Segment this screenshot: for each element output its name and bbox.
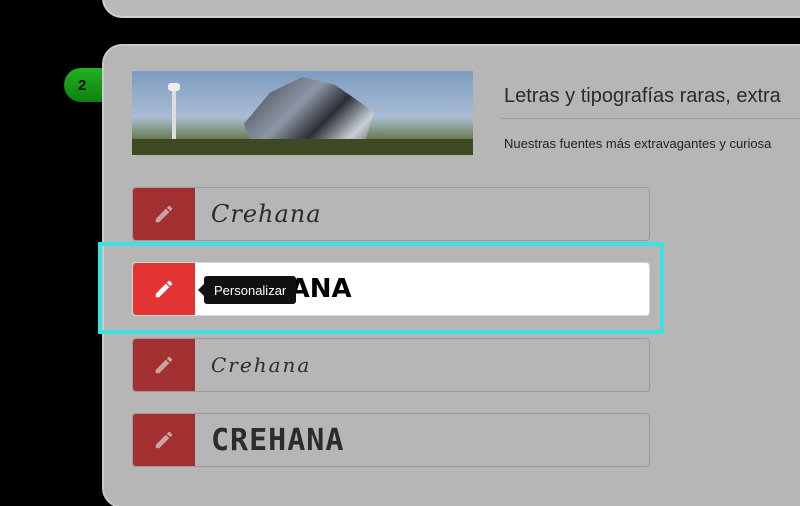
font-row[interactable]: Crehana <box>132 338 650 392</box>
trees-shape <box>132 139 473 155</box>
pencil-icon <box>155 280 173 298</box>
divider <box>500 118 800 119</box>
collection-title: Letras y tipografías raras, extra <box>504 85 781 107</box>
edit-button[interactable] <box>133 339 195 391</box>
collection-description: Nuestras fuentes más extravagantes y cur… <box>504 136 772 151</box>
collection-banner-image <box>132 71 473 155</box>
previous-collection-card <box>104 0 800 16</box>
personalize-tooltip: Personalizar <box>197 276 297 304</box>
pencil-icon <box>155 431 173 449</box>
edit-button[interactable] <box>133 414 195 466</box>
font-row[interactable]: CREHANA <box>132 413 650 467</box>
tower-top-shape <box>168 83 180 91</box>
tower-shape <box>172 83 176 143</box>
font-sample: CREHANA <box>211 422 345 458</box>
step-number: 2 <box>78 76 87 94</box>
edit-button[interactable] <box>133 188 195 240</box>
edit-button[interactable] <box>133 263 195 315</box>
font-sample: Crehana <box>211 200 322 228</box>
font-row[interactable]: Crehana <box>132 187 650 241</box>
font-sample: Crehana <box>211 353 312 377</box>
pencil-icon <box>155 356 173 374</box>
pencil-icon <box>155 205 173 223</box>
